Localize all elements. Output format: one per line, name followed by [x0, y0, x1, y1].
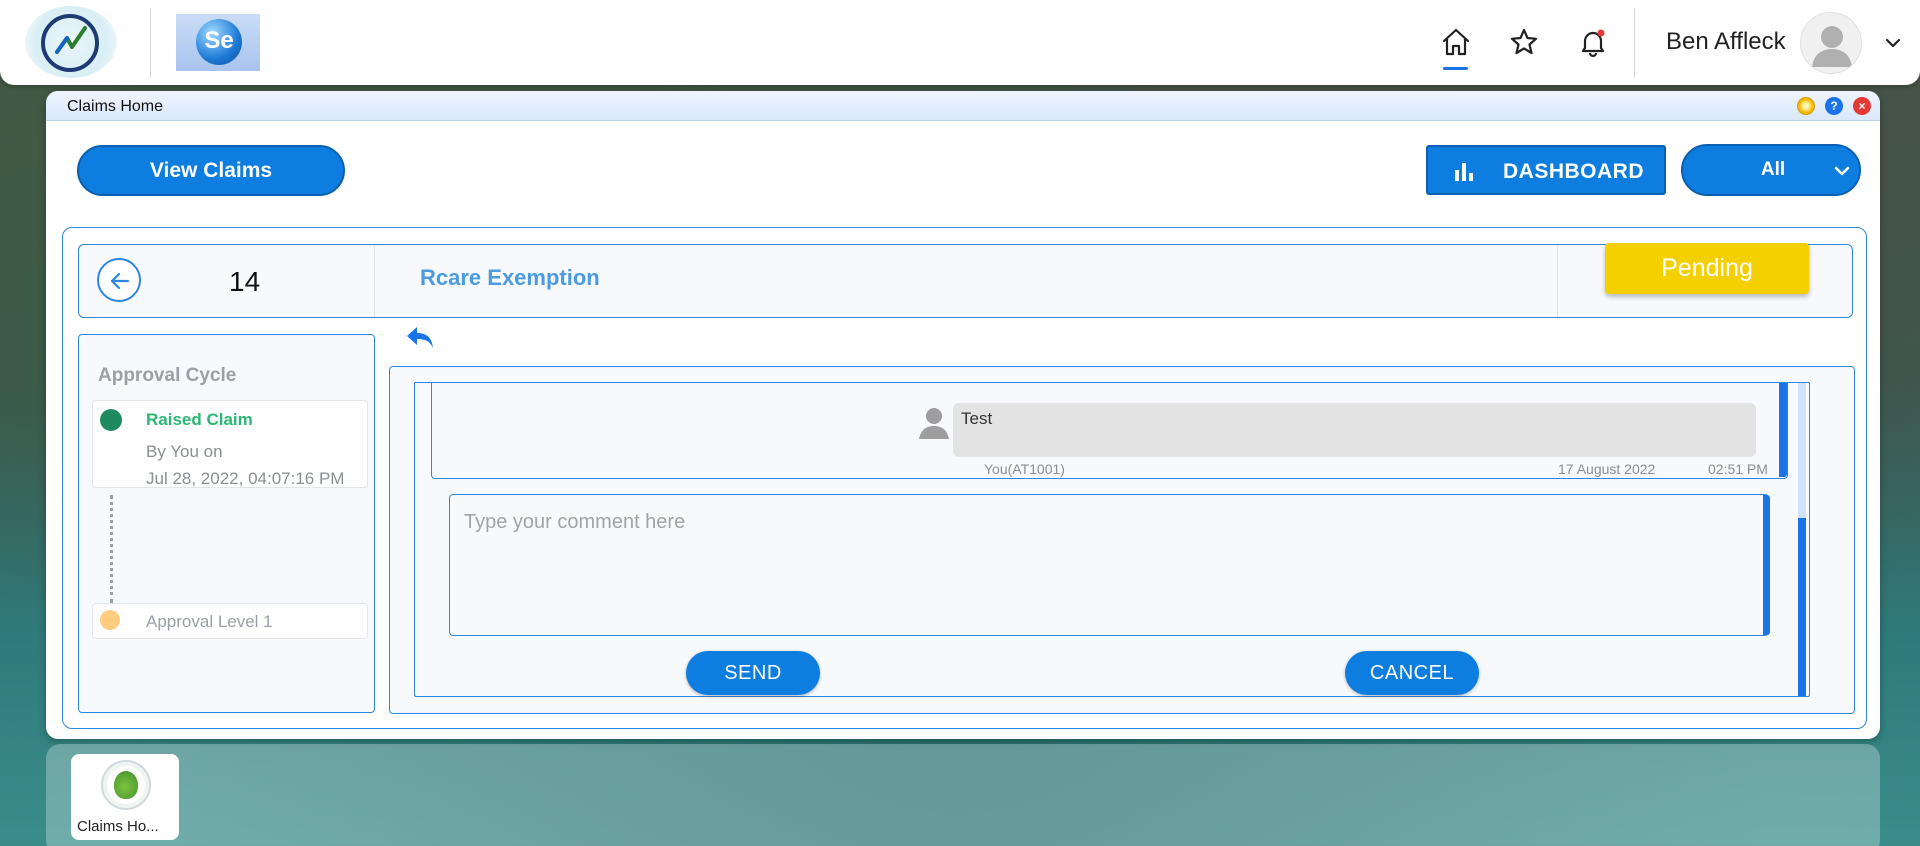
- bell-icon[interactable]: [1577, 26, 1609, 58]
- header-divider: [374, 245, 375, 317]
- comments-thread: Test You(AT1001) 17 August 2022 02:51 PM…: [414, 382, 1810, 697]
- approval-cycle-panel: Approval Cycle Raised Claim By You on Ju…: [78, 334, 375, 713]
- step-date: Jul 28, 2022, 04:07:16 PM: [146, 469, 345, 488]
- cancel-button[interactable]: CANCEL: [1345, 651, 1479, 695]
- step-status-dot: [100, 409, 122, 431]
- header-divider: [1557, 245, 1558, 317]
- claim-id: 14: [229, 266, 261, 297]
- message-list: Test You(AT1001) 17 August 2022 02:51 PM: [431, 383, 1788, 479]
- approval-step: Raised Claim By You on Jul 28, 2022, 04:…: [92, 400, 368, 488]
- home-active-indicator: [1443, 67, 1468, 70]
- window-title: Claims Home: [67, 98, 164, 115]
- comment-input[interactable]: [449, 494, 1769, 636]
- chevron-down-icon[interactable]: [1884, 34, 1902, 52]
- taskbar-item-label: Claims Ho...: [77, 818, 159, 835]
- bar-chart-icon: [1455, 163, 1473, 181]
- help-button[interactable]: ?: [1825, 97, 1843, 115]
- claim-filter-select[interactable]: All: [1681, 144, 1861, 196]
- comment-input-scrollbar[interactable]: [1763, 495, 1770, 635]
- star-icon[interactable]: [1508, 26, 1540, 58]
- minimize-button[interactable]: [1797, 97, 1815, 115]
- arrow-left-icon: [110, 272, 130, 290]
- approval-cycle-title: Approval Cycle: [98, 365, 237, 386]
- company-logo-mark: [41, 14, 99, 72]
- claim-header: 14 Rcare Exemption Pending: [78, 243, 1853, 318]
- send-button[interactable]: SEND: [686, 651, 820, 695]
- back-button[interactable]: [97, 258, 141, 302]
- taskbar-item-claims-home[interactable]: Claims Ho...: [71, 754, 179, 840]
- dashboard-button[interactable]: DASHBOARD: [1426, 145, 1666, 195]
- message-list-scrollbar[interactable]: [1779, 383, 1787, 477]
- company-logo[interactable]: [25, 6, 117, 78]
- approval-step: Approval Level 1: [92, 603, 368, 639]
- home-icon[interactable]: [1440, 26, 1472, 58]
- dashboard-label: DASHBOARD: [1503, 160, 1644, 183]
- header-divider: [1634, 8, 1635, 78]
- reply-icon[interactable]: [405, 324, 435, 350]
- user-name[interactable]: Ben Affleck: [1666, 28, 1786, 56]
- message-date: 17 August 2022: [1558, 461, 1656, 477]
- claims-app-icon: [101, 760, 151, 810]
- comments-panel: Test You(AT1001) 17 August 2022 02:51 PM…: [389, 366, 1855, 714]
- money-bag-icon: [114, 771, 138, 799]
- comments-scrollbar-thumb[interactable]: [1798, 518, 1806, 696]
- claim-detail-panel: 14 Rcare Exemption Pending Approval Cycl…: [62, 227, 1867, 729]
- product-logo-text: Se: [196, 19, 242, 65]
- window-titlebar[interactable]: Claims Home ? ×: [46, 91, 1880, 121]
- chevron-down-icon: [1834, 166, 1850, 176]
- header-divider: [150, 8, 151, 78]
- step-connector: [110, 495, 113, 603]
- top-bar: Se Ben Affleck: [0, 0, 1920, 85]
- product-logo[interactable]: Se: [176, 14, 260, 71]
- step-status-dot: [100, 610, 120, 630]
- status-badge: Pending: [1605, 243, 1809, 294]
- step-title: Raised Claim: [146, 410, 253, 429]
- step-by: By You on: [146, 442, 223, 461]
- taskbar: [46, 744, 1880, 846]
- claims-window: Claims Home ? × View Claims DASHBOARD Al…: [46, 91, 1880, 739]
- step-title: Approval Level 1: [146, 612, 273, 631]
- user-avatar-icon: [919, 408, 949, 439]
- message-time: 02:51 PM: [1708, 461, 1768, 477]
- user-avatar[interactable]: [1800, 12, 1862, 74]
- message-bubble: Test: [953, 403, 1756, 457]
- message-author: You(AT1001): [984, 461, 1065, 477]
- claim-type: Rcare Exemption: [420, 265, 600, 290]
- message-text: Test: [961, 409, 993, 428]
- view-claims-button[interactable]: View Claims: [77, 145, 345, 196]
- close-button[interactable]: ×: [1853, 97, 1871, 115]
